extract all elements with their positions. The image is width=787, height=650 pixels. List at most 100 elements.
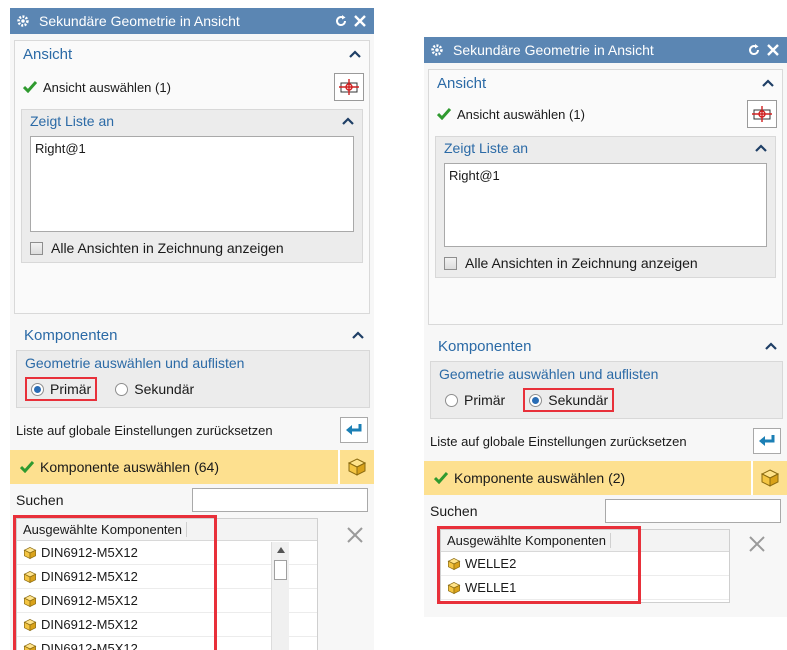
reset-list-button[interactable] bbox=[753, 428, 781, 454]
view-select-icon bbox=[752, 106, 772, 122]
view-listbox[interactable]: Right@1 bbox=[444, 163, 767, 247]
komponenten-section-header[interactable]: Komponenten bbox=[10, 322, 374, 348]
geometry-select-title: Geometrie auswählen und auflisten bbox=[25, 355, 245, 371]
remove-component-button[interactable] bbox=[744, 531, 770, 557]
search-input[interactable] bbox=[192, 488, 368, 512]
close-icon bbox=[767, 44, 779, 56]
column-header[interactable]: Ausgewählte Komponenten bbox=[23, 522, 188, 537]
search-input[interactable] bbox=[605, 499, 781, 523]
section-title: Komponenten bbox=[438, 337, 532, 355]
select-component-label: Komponente auswählen (2) bbox=[454, 470, 626, 486]
chevron-up-icon[interactable] bbox=[349, 49, 361, 59]
row-label: DIN6912-M5X12 bbox=[41, 593, 138, 608]
show-all-views-label: Alle Ansichten in Zeichnung anzeigen bbox=[465, 255, 698, 271]
geometry-select-group: Geometrie auswählen und auflisten Primär… bbox=[16, 350, 370, 408]
select-component-row[interactable]: Komponente auswählen (64) bbox=[10, 450, 374, 484]
cube-icon bbox=[23, 594, 37, 607]
radio-dot bbox=[445, 393, 458, 407]
cube-icon bbox=[347, 458, 367, 476]
list-item[interactable]: Right@1 bbox=[35, 141, 349, 156]
reset-dialog-button[interactable] bbox=[333, 13, 349, 29]
chevron-up-icon[interactable] bbox=[352, 330, 364, 340]
row-label: DIN6912-M5X12 bbox=[41, 569, 138, 584]
table-scrollbar[interactable] bbox=[271, 542, 289, 650]
radio-primary[interactable]: Primär bbox=[25, 377, 98, 401]
reset-icon bbox=[749, 44, 760, 56]
reset-list-label: Liste auf globale Einstellungen zurückse… bbox=[16, 422, 273, 438]
view-list-header[interactable]: Zeigt Liste an bbox=[22, 110, 362, 132]
reset-list-label: Liste auf globale Einstellungen zurückse… bbox=[430, 433, 687, 449]
select-view-row: Ansicht auswählen (1) bbox=[15, 67, 369, 107]
radio-secondary[interactable]: Sekundär bbox=[523, 388, 615, 412]
dialog-title: Sekundäre Geometrie in Ansicht bbox=[39, 13, 240, 29]
chevron-up-icon[interactable] bbox=[342, 116, 354, 126]
radio-secondary[interactable]: Sekundär bbox=[109, 377, 200, 401]
table-header: Ausgewählte Komponenten bbox=[17, 519, 317, 541]
reset-icon bbox=[336, 15, 347, 27]
row-label: DIN6912-M5X12 bbox=[41, 545, 138, 560]
close-button[interactable] bbox=[352, 13, 368, 29]
radio-primary[interactable]: Primär bbox=[439, 388, 511, 412]
cube-icon bbox=[23, 618, 37, 631]
show-all-views-checkbox[interactable] bbox=[444, 256, 457, 270]
show-all-views-row[interactable]: Alle Ansichten in Zeichnung anzeigen bbox=[444, 255, 767, 271]
reset-list-row: Liste auf globale Einstellungen zurückse… bbox=[424, 423, 787, 459]
view-select-icon bbox=[339, 79, 359, 95]
chevron-up-icon[interactable] bbox=[762, 78, 774, 88]
table-row[interactable]: WELLE2 bbox=[441, 552, 729, 576]
remove-icon bbox=[749, 536, 765, 552]
cube-icon bbox=[760, 469, 780, 487]
view-list-header[interactable]: Zeigt Liste an bbox=[436, 137, 775, 159]
gear-icon[interactable] bbox=[430, 43, 444, 57]
select-view-label: Ansicht auswählen (1) bbox=[457, 106, 585, 122]
table-header: Ausgewählte Komponenten bbox=[441, 530, 729, 552]
view-listbox[interactable]: Right@1 bbox=[30, 136, 354, 232]
group-title: Zeigt Liste an bbox=[30, 113, 115, 129]
remove-icon bbox=[347, 527, 363, 543]
select-component-button[interactable] bbox=[751, 461, 787, 495]
reset-list-row: Liste auf globale Einstellungen zurückse… bbox=[10, 412, 374, 448]
geometry-select-group: Geometrie auswählen und auflisten Primär… bbox=[430, 361, 783, 419]
remove-component-button[interactable] bbox=[342, 522, 368, 548]
show-all-views-row[interactable]: Alle Ansichten in Zeichnung anzeigen bbox=[30, 240, 354, 256]
view-list-group: Zeigt Liste an Right@1 Alle Ansichten in… bbox=[435, 136, 776, 278]
ansicht-section-header[interactable]: Ansicht bbox=[15, 41, 369, 67]
ansicht-section-header[interactable]: Ansicht bbox=[429, 70, 782, 96]
dialog-secondary: Sekundäre Geometrie in Ansicht Ansicht A… bbox=[424, 37, 787, 617]
reset-arrow-icon bbox=[346, 424, 362, 435]
column-header[interactable]: Ausgewählte Komponenten bbox=[447, 533, 612, 548]
komponenten-section: Komponenten Geometrie auswählen und aufl… bbox=[424, 333, 787, 604]
list-item[interactable]: Right@1 bbox=[449, 168, 762, 183]
row-label: DIN6912-M5X12 bbox=[41, 641, 138, 650]
title-bar: Sekundäre Geometrie in Ansicht bbox=[424, 37, 787, 63]
show-all-views-label: Alle Ansichten in Zeichnung anzeigen bbox=[51, 240, 284, 256]
search-label: Suchen bbox=[16, 492, 64, 508]
chevron-up-icon[interactable] bbox=[755, 143, 767, 153]
group-title: Zeigt Liste an bbox=[444, 140, 529, 156]
table-row[interactable]: WELLE1 bbox=[441, 576, 729, 600]
scroll-up-button[interactable] bbox=[272, 542, 289, 558]
close-button[interactable] bbox=[765, 42, 781, 58]
reset-list-button[interactable] bbox=[340, 417, 368, 443]
title-bar: Sekundäre Geometrie in Ansicht bbox=[10, 8, 374, 34]
radio-dot bbox=[529, 393, 543, 407]
select-view-button[interactable] bbox=[334, 73, 364, 101]
show-all-views-checkbox[interactable] bbox=[30, 241, 43, 255]
chevron-up-icon[interactable] bbox=[765, 341, 777, 351]
scroll-thumb[interactable] bbox=[274, 560, 287, 580]
reset-dialog-button[interactable] bbox=[746, 42, 762, 58]
radio-dot bbox=[115, 382, 129, 396]
select-view-row: Ansicht auswählen (1) bbox=[429, 96, 782, 132]
select-view-button[interactable] bbox=[747, 100, 777, 128]
ansicht-section: Ansicht Ansicht auswählen (1) Zeigt List… bbox=[14, 40, 370, 314]
select-view-label: Ansicht auswählen (1) bbox=[43, 79, 171, 95]
radio-label: Primär bbox=[464, 392, 506, 408]
check-icon bbox=[23, 81, 37, 93]
select-component-label: Komponente auswählen (64) bbox=[40, 459, 220, 475]
komponenten-section-header[interactable]: Komponenten bbox=[424, 333, 787, 359]
gear-icon[interactable] bbox=[16, 14, 30, 28]
search-row: Suchen bbox=[424, 495, 787, 527]
select-component-row[interactable]: Komponente auswählen (2) bbox=[424, 461, 787, 495]
cube-icon bbox=[23, 642, 37, 650]
select-component-button[interactable] bbox=[338, 450, 374, 484]
